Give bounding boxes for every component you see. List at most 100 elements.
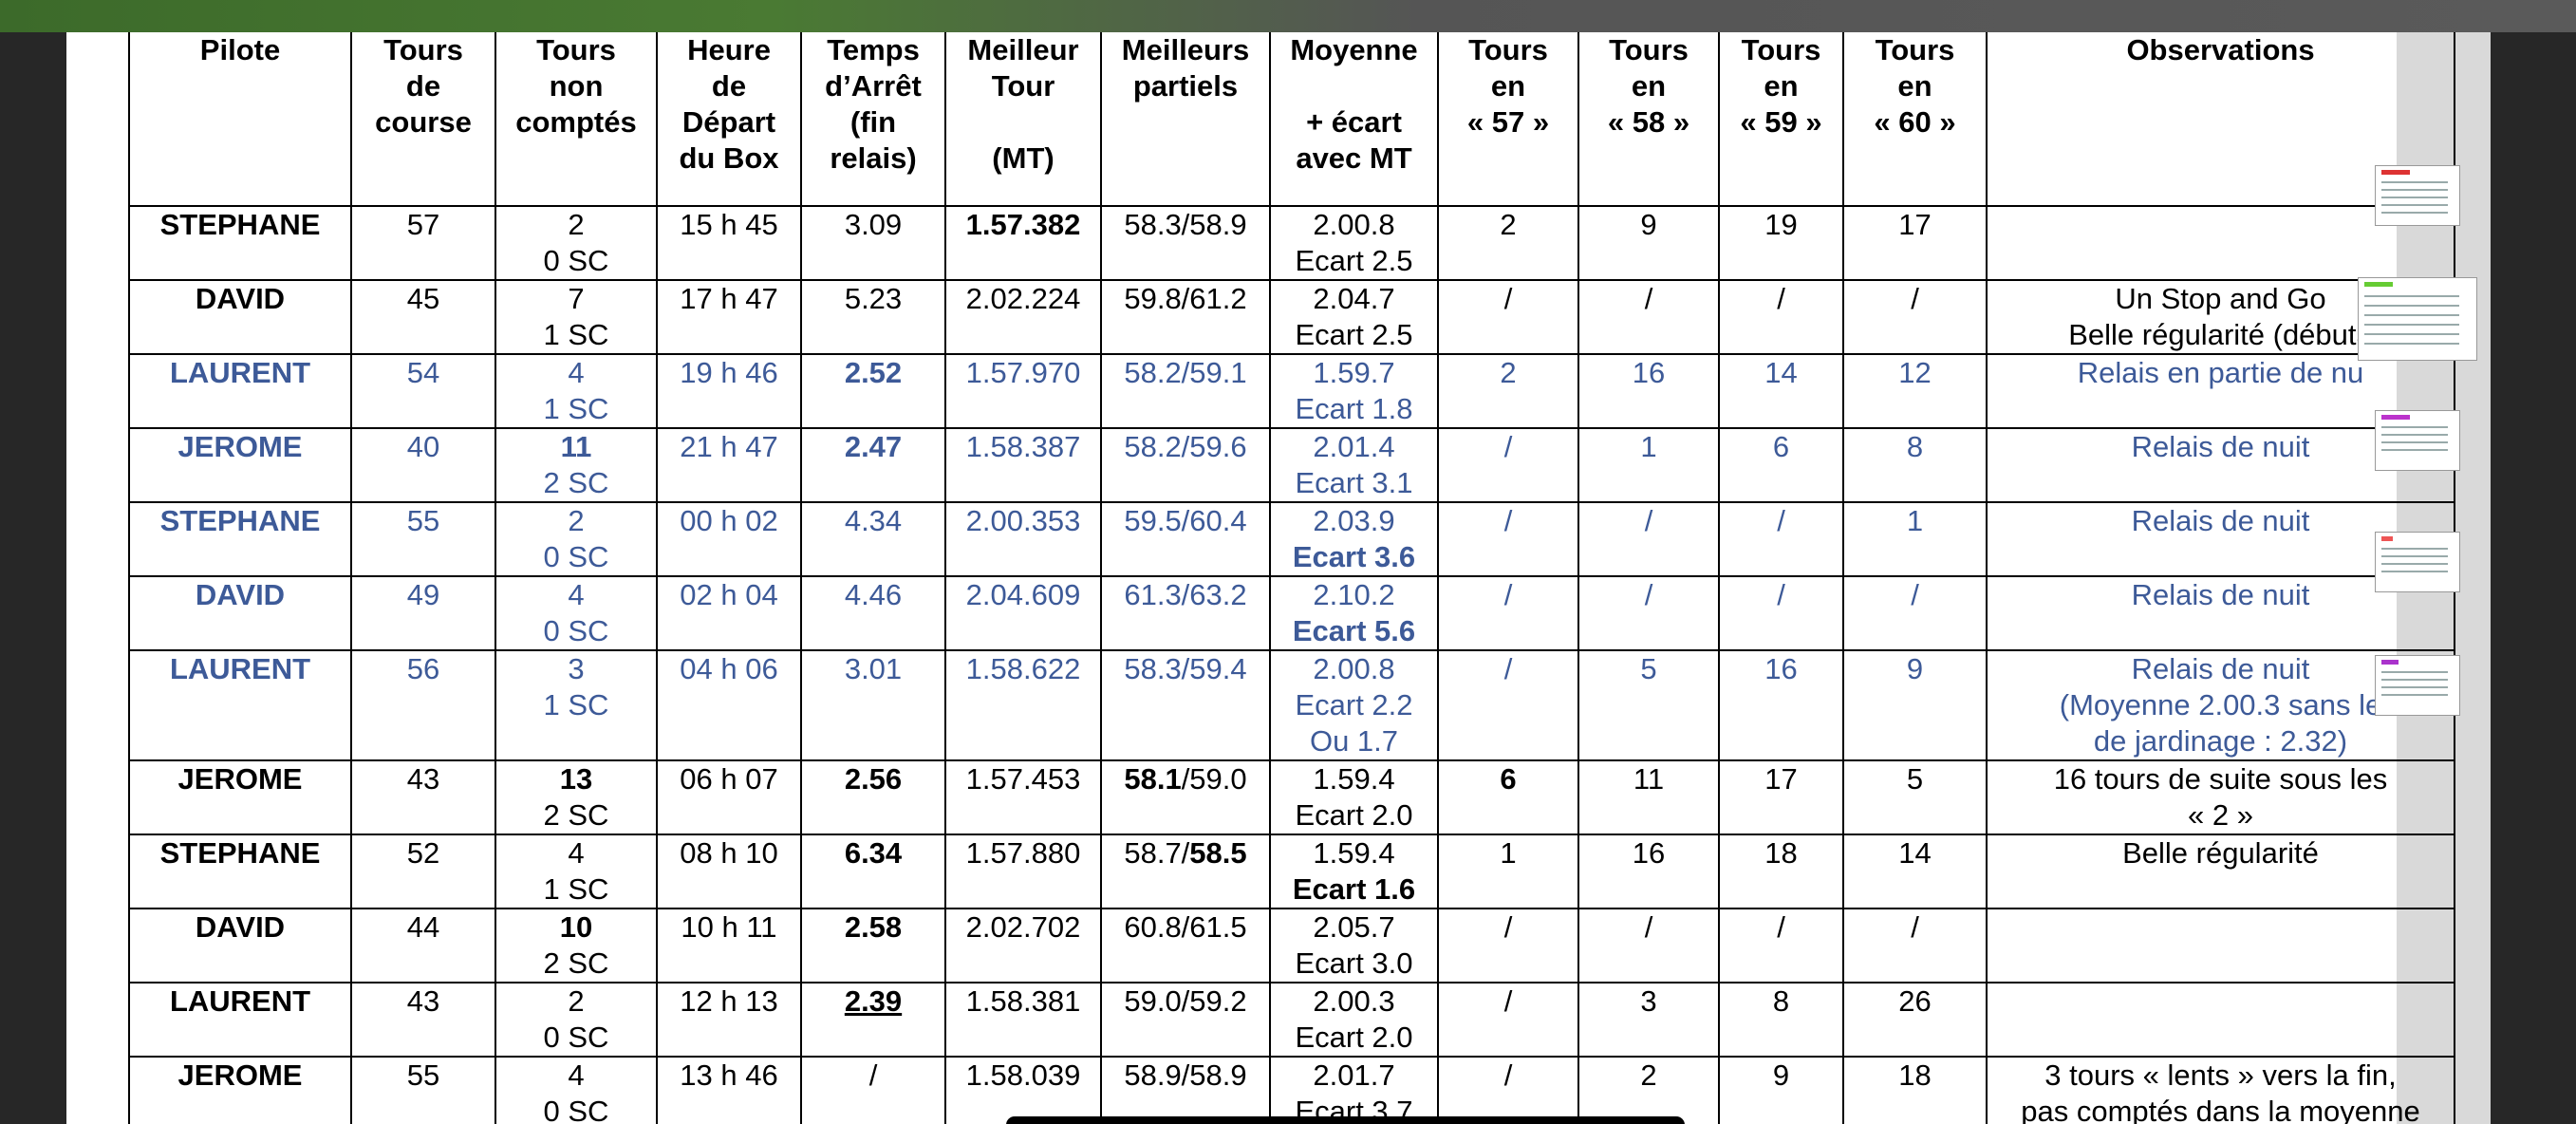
cell-moyenne: 2.04.7 Ecart 2.5: [1269, 279, 1439, 355]
table-row: STEPHANE 55 2 0 SC 00 h 02 4.34 2.00.353 59.5/6…: [128, 501, 2455, 577]
table-row: JEROME 55 4 0 SC 13 h 46 / 1.58.039 58.9/58.9 2.…: [128, 1056, 2455, 1124]
temps-value: 2.39: [844, 984, 903, 1018]
cell-tours-course: 49: [350, 575, 496, 651]
cell-tours-58: /: [1577, 908, 1720, 984]
header-tours-59: Tours en « 59 »: [1718, 32, 1844, 207]
meilleur-tour-value: 2.02.224: [965, 282, 1081, 315]
partiels-part-a: 59.5/60.4: [1124, 504, 1247, 537]
cell-pilote: STEPHANE: [128, 205, 352, 281]
tours-58-value: 3: [1640, 984, 1657, 1018]
cell-tours-59: 14: [1718, 353, 1844, 429]
cell-meilleur-tour: 1.58.381: [944, 982, 1102, 1058]
cell-tours-58: 5: [1577, 649, 1720, 761]
tours-course-value: 54: [406, 356, 440, 389]
temps-value: 2.47: [844, 430, 903, 463]
cell-observations: [1986, 982, 2455, 1058]
moyenne-value: 1.59.4: [1313, 762, 1395, 796]
cell-tours-58: /: [1577, 575, 1720, 651]
document-page[interactable]: Pilote Tours de course Tours non comptés Heu…: [66, 32, 2491, 1124]
tours-59-value: /: [1777, 578, 1785, 611]
tours-course-value: 56: [406, 652, 440, 685]
tours-58-value: 2: [1640, 1058, 1657, 1092]
observation-line: « 2 »: [2188, 798, 2253, 832]
partiels-part-a: 58.2/59.6: [1124, 430, 1247, 463]
moyenne-value: 2.00.3: [1313, 984, 1395, 1018]
cell-meilleur-tour: 1.58.622: [944, 649, 1102, 761]
table-row: STEPHANE 57 2 0 SC 15 h 45 3.09 1.57.382 58.3/5…: [128, 205, 2455, 281]
pilot-name: JEROME: [177, 430, 303, 463]
right-margin: [2491, 32, 2576, 1124]
cell-tours-59: 19: [1718, 205, 1844, 281]
cell-pilote: JEROME: [128, 1056, 352, 1124]
tours-58-value: 5: [1640, 652, 1657, 685]
moyenne-value: 1.59.7: [1313, 356, 1395, 389]
cell-tours-60: 8: [1842, 427, 1988, 503]
cell-heure: 04 h 06: [656, 649, 802, 761]
cell-temps: 4.46: [800, 575, 946, 651]
cell-temps: 2.47: [800, 427, 946, 503]
moyenne-value: 2.01.4: [1313, 430, 1395, 463]
tours-60-value: /: [1911, 578, 1919, 611]
header-tours-57: Tours en « 57 »: [1437, 32, 1579, 207]
pilot-name: STEPHANE: [159, 836, 321, 870]
tours-59-value: 9: [1772, 1058, 1790, 1092]
tours-58-value: 1: [1640, 430, 1657, 463]
cell-tours-58: 11: [1577, 759, 1720, 835]
cell-tours-57: 1: [1437, 834, 1579, 909]
thumbnail-4[interactable]: [2375, 532, 2460, 592]
tours-57-value: /: [1503, 282, 1513, 315]
cell-temps: 3.01: [800, 649, 946, 761]
cell-observations: 16 tours de suite sous les « 2 »: [1986, 759, 2455, 835]
thumbnail-1[interactable]: [2375, 165, 2460, 226]
home-indicator[interactable]: [1006, 1116, 1685, 1124]
tours-course-value: 55: [406, 504, 440, 537]
cell-tours-60: /: [1842, 575, 1988, 651]
heure-value: 02 h 04: [680, 578, 778, 611]
thumbnail-2[interactable]: [2358, 277, 2477, 361]
tours-58-value: 11: [1633, 762, 1665, 796]
tours-course-value: 52: [406, 836, 440, 870]
cell-observations: 3 tours « lents » vers la fin, pas compté…: [1986, 1056, 2455, 1124]
cell-partiels: 59.5/60.4: [1100, 501, 1271, 577]
heure-value: 04 h 06: [680, 652, 778, 685]
sc-value: 1 SC: [543, 688, 609, 721]
observation-line: pas comptés dans la moyenne: [2021, 1095, 2420, 1124]
cell-meilleur-tour: 2.02.224: [944, 279, 1102, 355]
tours-non-value: 4: [568, 1058, 585, 1092]
moyenne-value: 2.00.8: [1313, 208, 1395, 241]
temps-value: 4.34: [844, 504, 903, 537]
partiels-part-a: 60.8/61.5: [1124, 910, 1247, 944]
tours-58-value: /: [1644, 910, 1653, 944]
moyenne-value: 2.05.7: [1313, 910, 1395, 944]
pilot-name: DAVID: [195, 910, 286, 944]
cell-tours-course: 55: [350, 1056, 496, 1124]
cell-moyenne: 1.59.7 Ecart 1.8: [1269, 353, 1439, 429]
ecart-value: Ecart 5.6: [1292, 614, 1416, 647]
cell-tours-course: 52: [350, 834, 496, 909]
tours-non-value: 2: [568, 504, 585, 537]
cell-tours-non: 20 SC: [495, 982, 658, 1058]
tours-57-value: 6: [1500, 762, 1517, 796]
pilot-name: DAVID: [195, 578, 286, 611]
moyenne-value: 2.01.7: [1313, 1058, 1395, 1092]
cell-temps: 3.09: [800, 205, 946, 281]
moyenne-value: 2.03.9: [1313, 504, 1395, 537]
tours-non-value: 13: [559, 762, 593, 796]
ecart-value: Ecart 2.5: [1295, 244, 1413, 277]
cell-tours-course: 40: [350, 427, 496, 503]
partiels-part-a: 58.3/59.4: [1124, 652, 1247, 685]
tours-57-value: /: [1503, 984, 1513, 1018]
cell-pilote: LAURENT: [128, 353, 352, 429]
thumbnail-5[interactable]: [2375, 655, 2460, 716]
cell-tours-58: 16: [1577, 353, 1720, 429]
cell-meilleur-tour: 1.57.382: [944, 205, 1102, 281]
header-tours-course: Tours de course: [350, 32, 496, 207]
partiels-value: 58.7/58.5: [1103, 836, 1268, 871]
tours-60-value: 14: [1898, 836, 1932, 870]
cell-temps: 2.58: [800, 908, 946, 984]
partiels-value: 58.2/59.6: [1103, 430, 1268, 465]
moyenne-value: 2.10.2: [1313, 578, 1395, 611]
cell-observations: [1986, 908, 2455, 984]
thumbnail-3[interactable]: [2375, 410, 2460, 471]
tours-59-value: 14: [1764, 356, 1798, 389]
